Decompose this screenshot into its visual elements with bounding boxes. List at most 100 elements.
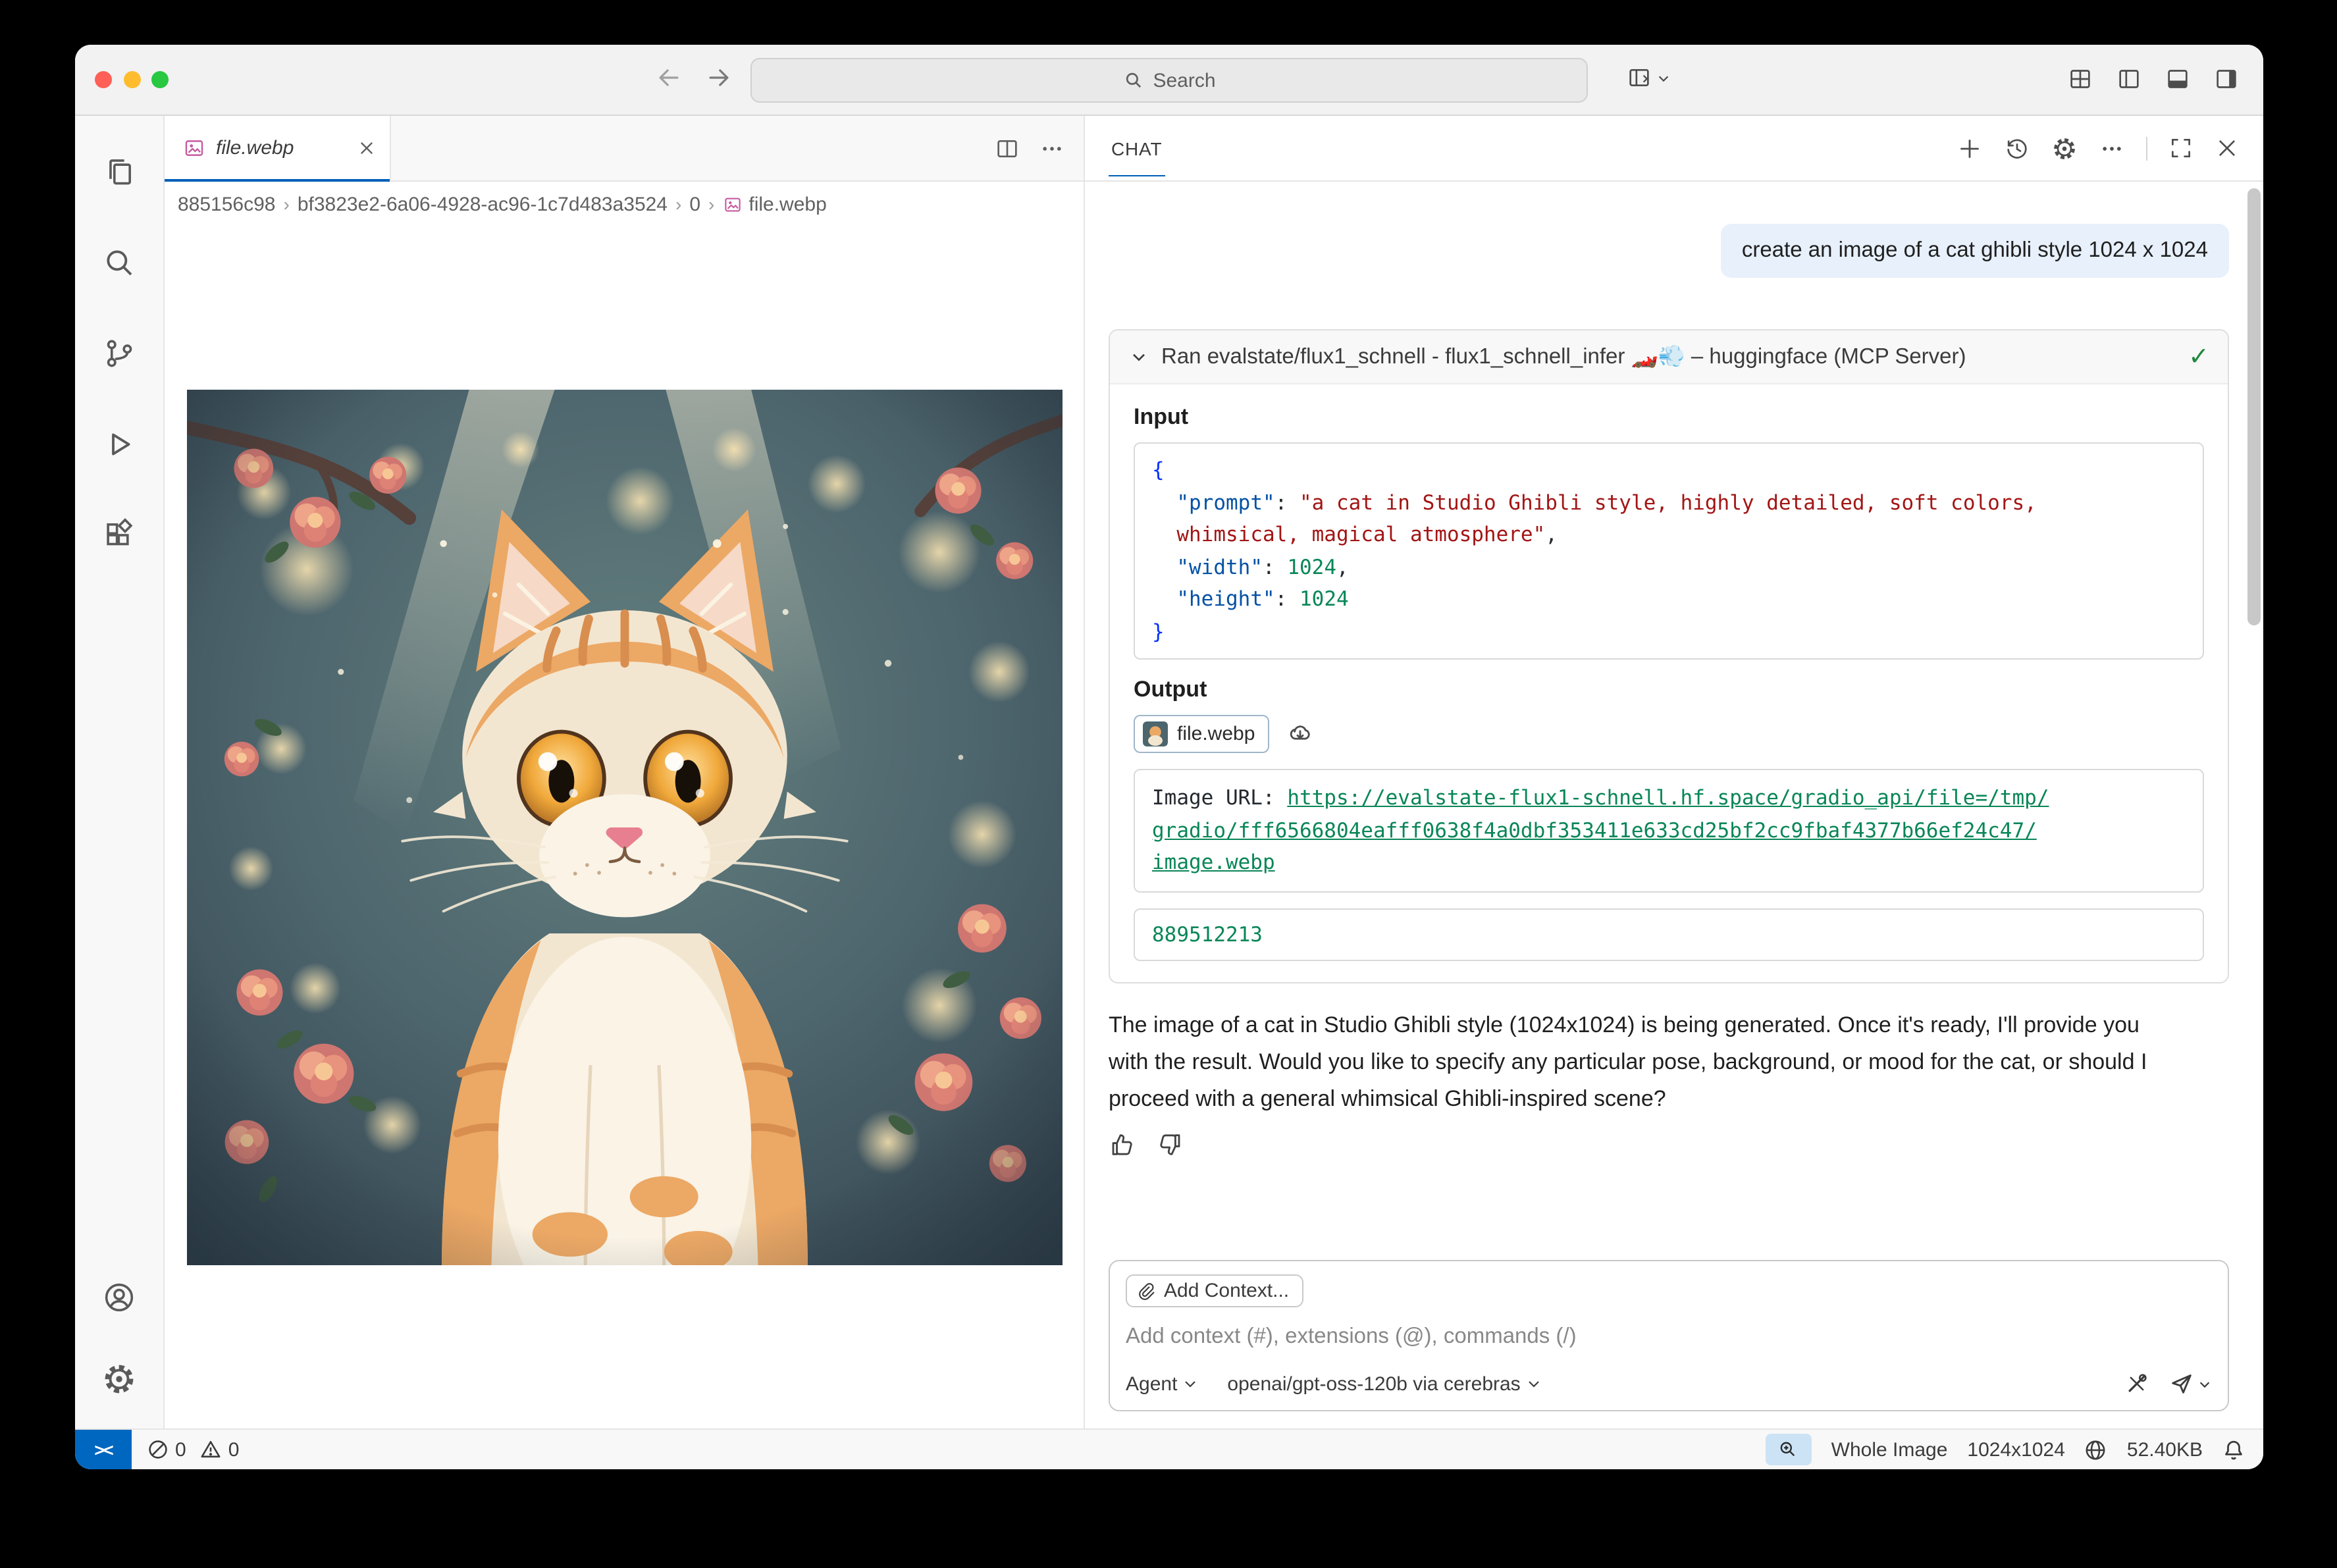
chat-history-icon[interactable] (2004, 135, 2030, 161)
image-file-icon (722, 194, 742, 214)
customize-layout-button[interactable] (1626, 65, 1671, 91)
zoom-in-button[interactable] (1766, 1434, 1812, 1465)
editor-group: file.webp 88515 (165, 116, 1084, 1428)
chat-input-box[interactable]: Add Context... Add context (#), extensio… (1109, 1260, 2229, 1411)
close-window-button[interactable] (95, 71, 112, 88)
command-center-search[interactable]: Search (750, 58, 1588, 103)
output-file-chip[interactable]: file.webp (1134, 715, 1269, 753)
image-size-status[interactable]: 52.40KB (2127, 1438, 2203, 1461)
send-icon (2168, 1371, 2195, 1397)
workbench: file.webp 88515 (75, 116, 2263, 1428)
model-dropdown[interactable]: openai/gpt-oss-120b via cerebras (1227, 1372, 1541, 1395)
scrollbar-thumb[interactable] (2247, 188, 2261, 625)
new-chat-icon[interactable] (1956, 135, 1983, 161)
chat-panel-header: CHAT (1085, 116, 2263, 182)
output-section-heading: Output (1134, 677, 2204, 703)
tab-bar: file.webp (165, 116, 1084, 182)
breadcrumb: 885156c98 › bf3823e2-6a06-4928-ac96-1c7d… (165, 182, 1084, 226)
download-icon[interactable] (1286, 720, 1314, 748)
chevron-down-icon (1128, 346, 1149, 367)
remote-icon: >< (94, 1440, 113, 1459)
send-button[interactable] (2168, 1371, 2212, 1397)
toggle-panel-icon[interactable] (2165, 66, 2191, 92)
chat-more-actions-icon[interactable] (2099, 135, 2125, 161)
cat-image-preview (186, 390, 1062, 1265)
success-check-icon: ✓ (2188, 342, 2209, 372)
source-control-icon[interactable] (88, 321, 151, 384)
image-file-icon (183, 137, 205, 159)
maximize-panel-icon[interactable] (2168, 136, 2193, 161)
image-dimensions-status[interactable]: 1024x1024 (1967, 1438, 2065, 1461)
warnings-icon (201, 1439, 222, 1460)
warning-count: 0 (228, 1438, 240, 1461)
tab-file-webp[interactable]: file.webp (165, 116, 391, 180)
input-section-heading: Input (1134, 404, 2204, 431)
paperclip-icon (1136, 1281, 1156, 1301)
notifications-bell-icon[interactable] (2222, 1438, 2245, 1461)
divider (2146, 136, 2147, 160)
agent-mode-dropdown[interactable]: Agent (1126, 1372, 1198, 1395)
desktop: Search (0, 0, 2337, 1568)
tab-label: file.webp (216, 137, 346, 159)
tool-call-header[interactable]: Ran evalstate/flux1_schnell - flux1_schn… (1110, 330, 2228, 384)
back-icon[interactable] (654, 63, 683, 92)
assistant-message: The image of a cat in Studio Ghibli styl… (1109, 1007, 2162, 1118)
close-panel-icon[interactable] (2215, 136, 2240, 161)
chevron-down-icon (1182, 1376, 1198, 1392)
result-id-box: 889512213 (1134, 908, 2204, 961)
editor-grid-layout-icon[interactable] (2067, 66, 2093, 92)
breadcrumb-item-file[interactable]: file.webp (722, 193, 826, 215)
chat-text-input[interactable]: Add context (#), extensions (@), command… (1126, 1324, 2212, 1349)
status-bar: >< 0 0 Whole Image 1024x1024 (75, 1428, 2263, 1469)
breadcrumb-item[interactable]: 885156c98 (178, 193, 276, 215)
user-message: create an image of a cat ghibli style 10… (1721, 224, 2229, 278)
image-url-box[interactable]: Image URL: https://evalstate-flux1-schne… (1134, 769, 2204, 892)
errors-icon (147, 1439, 169, 1460)
image-preview-viewport (165, 226, 1084, 1428)
account-icon[interactable] (88, 1265, 151, 1328)
tool-call-card: Ran evalstate/flux1_schnell - flux1_schn… (1109, 329, 2229, 983)
run-debug-icon[interactable] (88, 412, 151, 475)
more-actions-icon[interactable] (1039, 135, 1065, 161)
tool-input-json: { "prompt": "a cat in Studio Ghibli styl… (1134, 442, 2204, 660)
split-editor-icon[interactable] (994, 135, 1020, 161)
toggle-secondary-sidebar-icon[interactable] (2213, 66, 2240, 92)
problems-status[interactable]: 0 0 (147, 1438, 239, 1461)
zoom-window-button[interactable] (151, 71, 169, 88)
chat-panel: CHAT (1084, 116, 2263, 1428)
traffic-lights (95, 71, 169, 88)
chevron-down-icon (1526, 1376, 1542, 1392)
tab-close-icon[interactable] (357, 138, 377, 158)
breadcrumb-separator: › (706, 194, 717, 215)
chat-panel-title[interactable]: CHAT (1109, 120, 1165, 176)
activity-bar (75, 116, 165, 1428)
settings-gear-icon[interactable] (88, 1347, 151, 1410)
search-sidebar-icon[interactable] (88, 230, 151, 294)
explorer-icon[interactable] (88, 140, 151, 203)
remote-indicator[interactable]: >< (75, 1430, 132, 1469)
add-context-button[interactable]: Add Context... (1126, 1274, 1303, 1307)
chat-settings-gear-icon[interactable] (2051, 135, 2078, 161)
vscode-window: Search (75, 45, 2263, 1469)
thumbs-down-icon[interactable] (1156, 1131, 1184, 1159)
titlebar: Search (75, 45, 2263, 116)
breadcrumb-item[interactable]: bf3823e2-6a06-4928-ac96-1c7d483a3524 (298, 193, 668, 215)
extensions-icon[interactable] (88, 503, 151, 566)
layout-icon (1626, 65, 1652, 91)
zoom-mode-status[interactable]: Whole Image (1831, 1438, 1948, 1461)
tool-call-title: Ran evalstate/flux1_schnell - flux1_schn… (1161, 344, 2176, 369)
thumbs-up-icon[interactable] (1109, 1131, 1136, 1159)
breadcrumb-separator: › (673, 194, 684, 215)
forward-icon[interactable] (704, 63, 733, 92)
search-placeholder: Search (1153, 69, 1215, 91)
chevron-down-icon (1656, 70, 1671, 85)
breadcrumb-separator: › (281, 194, 292, 215)
search-icon (1122, 70, 1143, 91)
minimize-window-button[interactable] (123, 71, 140, 88)
breadcrumb-item[interactable]: 0 (689, 193, 700, 215)
toggle-primary-sidebar-icon[interactable] (2116, 66, 2142, 92)
tools-icon[interactable] (2124, 1371, 2150, 1397)
globe-icon[interactable] (2085, 1438, 2107, 1461)
file-thumbnail (1143, 721, 1168, 746)
chat-conversation: create an image of a cat ghibli style 10… (1085, 182, 2263, 1428)
